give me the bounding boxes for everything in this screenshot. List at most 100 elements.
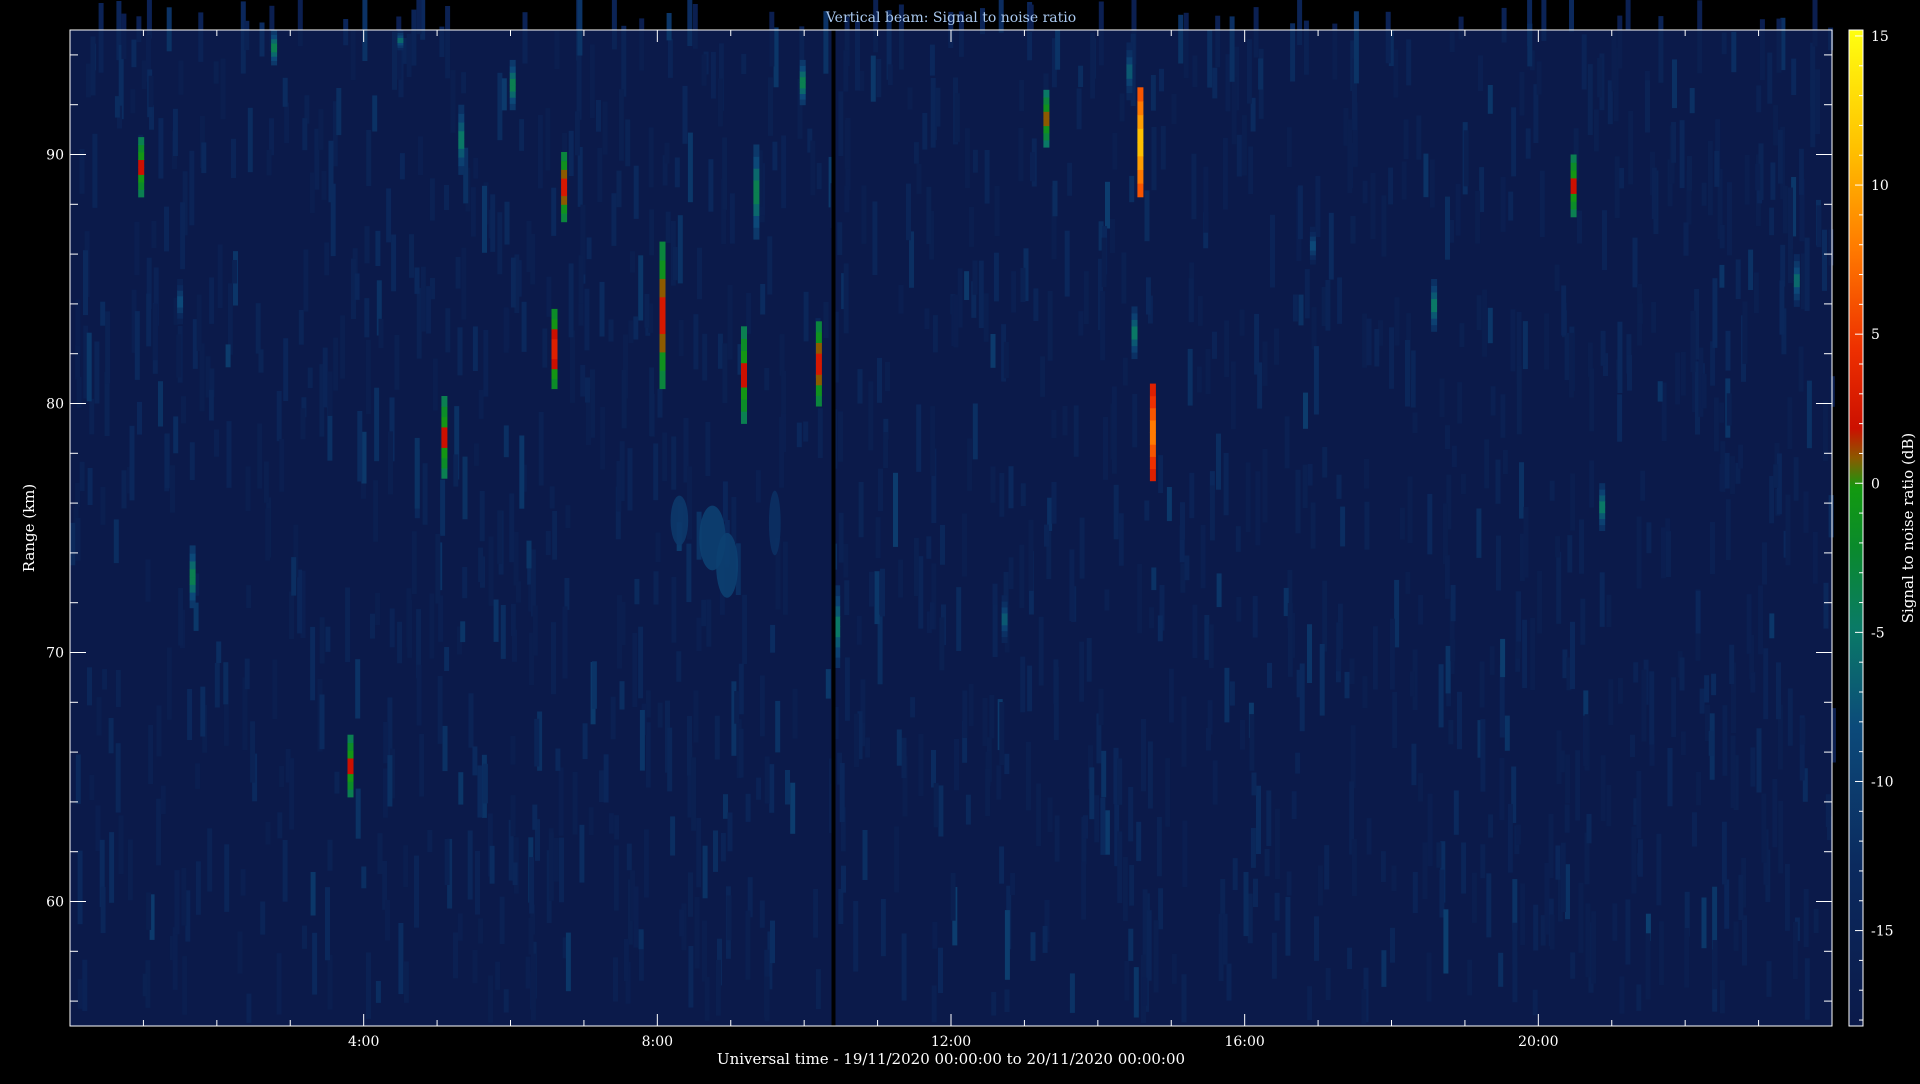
noise-cell	[77, 850, 83, 925]
noise-cell	[731, 497, 737, 543]
colorbar-tick-label: -15	[1871, 924, 1894, 940]
noise-cell	[216, 641, 222, 663]
noise-cell	[588, 807, 594, 836]
echo-segment	[509, 59, 516, 67]
noise-cell	[1756, 85, 1762, 113]
echo-segment	[189, 553, 196, 562]
echo-streak	[1001, 595, 1008, 643]
noise-cell	[649, 209, 655, 256]
echo-streak	[1131, 306, 1138, 360]
noise-cell	[1525, 128, 1531, 159]
noise-cell	[327, 954, 333, 1010]
noise-cell	[727, 285, 733, 360]
noise-cell	[488, 975, 494, 1023]
echo-segment	[561, 178, 568, 188]
noise-cell	[779, 334, 785, 376]
noise-cell	[722, 137, 728, 210]
echo-segment	[271, 34, 278, 40]
noise-cell	[1533, 904, 1539, 951]
noise-cell	[1489, 646, 1495, 675]
echo-segment	[1431, 285, 1438, 293]
echo-segment	[1793, 273, 1800, 281]
noise-cell	[1555, 845, 1561, 880]
noise-cell	[1423, 153, 1429, 198]
echo-streak	[1126, 42, 1133, 101]
noise-cell	[387, 755, 393, 807]
noise-cell	[1151, 567, 1157, 591]
noise-cell	[790, 782, 796, 834]
noise-cell	[1660, 527, 1666, 579]
noise-cell	[990, 466, 996, 503]
noise-cell	[1253, 878, 1258, 907]
noise-cell	[1600, 755, 1606, 821]
echo-segment	[1793, 280, 1800, 288]
noise-cell	[1287, 603, 1293, 677]
echo-segment	[1126, 56, 1133, 65]
noise-cell	[1537, 570, 1543, 634]
noise-cell	[437, 676, 443, 744]
noise-cell	[559, 837, 564, 903]
noise-cell	[1094, 795, 1100, 843]
noise-cell	[1266, 790, 1272, 847]
echo-segment	[138, 166, 145, 175]
echo-segment	[753, 191, 760, 205]
noise-cell	[1445, 196, 1450, 260]
echo-segment	[1137, 183, 1144, 198]
noise-cell	[1158, 455, 1164, 493]
noise-cell	[1772, 778, 1778, 848]
echo-segment	[1793, 267, 1800, 275]
noise-cell	[935, 87, 941, 127]
noise-cell	[1721, 821, 1727, 885]
noise-cell	[1758, 585, 1764, 655]
noise-cell	[1640, 470, 1646, 501]
noise-cell	[570, 330, 575, 403]
noise-cell	[178, 60, 184, 95]
noise-cell	[1389, 327, 1394, 389]
noise-cell	[1212, 760, 1218, 805]
noise-cell	[1412, 412, 1418, 434]
noise-cell	[877, 614, 883, 685]
noise-cell	[972, 149, 978, 173]
noise-cell	[130, 89, 136, 114]
noise-cell	[1180, 502, 1185, 540]
noise-cell	[1785, 494, 1791, 566]
echo-segment	[799, 87, 806, 94]
noise-cell	[325, 887, 330, 961]
noise-cell	[803, 291, 809, 342]
noise-cell	[214, 662, 220, 708]
noise-cell	[551, 622, 556, 695]
noise-cell	[354, 273, 360, 300]
echo-segment	[1001, 636, 1008, 643]
noise-cell	[655, 532, 661, 563]
noise-cell	[258, 349, 264, 373]
noise-cell	[1372, 626, 1378, 690]
noise-cell	[759, 900, 765, 928]
noise-cell	[195, 861, 201, 915]
noise-cell	[1230, 361, 1236, 430]
noise-cell	[516, 581, 521, 603]
noise-cell	[1418, 773, 1424, 802]
noise-cell	[705, 421, 711, 477]
noise-cell	[1118, 513, 1124, 566]
noise-cell	[310, 626, 316, 701]
noise-cell	[1712, 940, 1718, 990]
noise-cell	[625, 119, 631, 167]
noise-cell	[1671, 677, 1677, 738]
noise-cell	[584, 288, 590, 351]
noise-cell	[1328, 212, 1334, 280]
echo-segment	[1131, 326, 1138, 333]
noise-cell	[591, 661, 597, 709]
noise-cell	[160, 785, 166, 815]
noise-cell	[957, 268, 963, 328]
noise-cell	[131, 39, 137, 68]
noise-cell	[173, 416, 179, 454]
noise-cell	[1701, 373, 1707, 409]
noise-cell	[1564, 804, 1570, 833]
echo-segment	[799, 65, 806, 72]
noise-cell	[720, 832, 726, 862]
noise-cell	[1203, 166, 1209, 233]
echo-segment	[1309, 226, 1316, 232]
noise-cell	[1336, 622, 1342, 672]
echo-segment	[177, 307, 184, 314]
noise-cell	[136, 16, 142, 43]
